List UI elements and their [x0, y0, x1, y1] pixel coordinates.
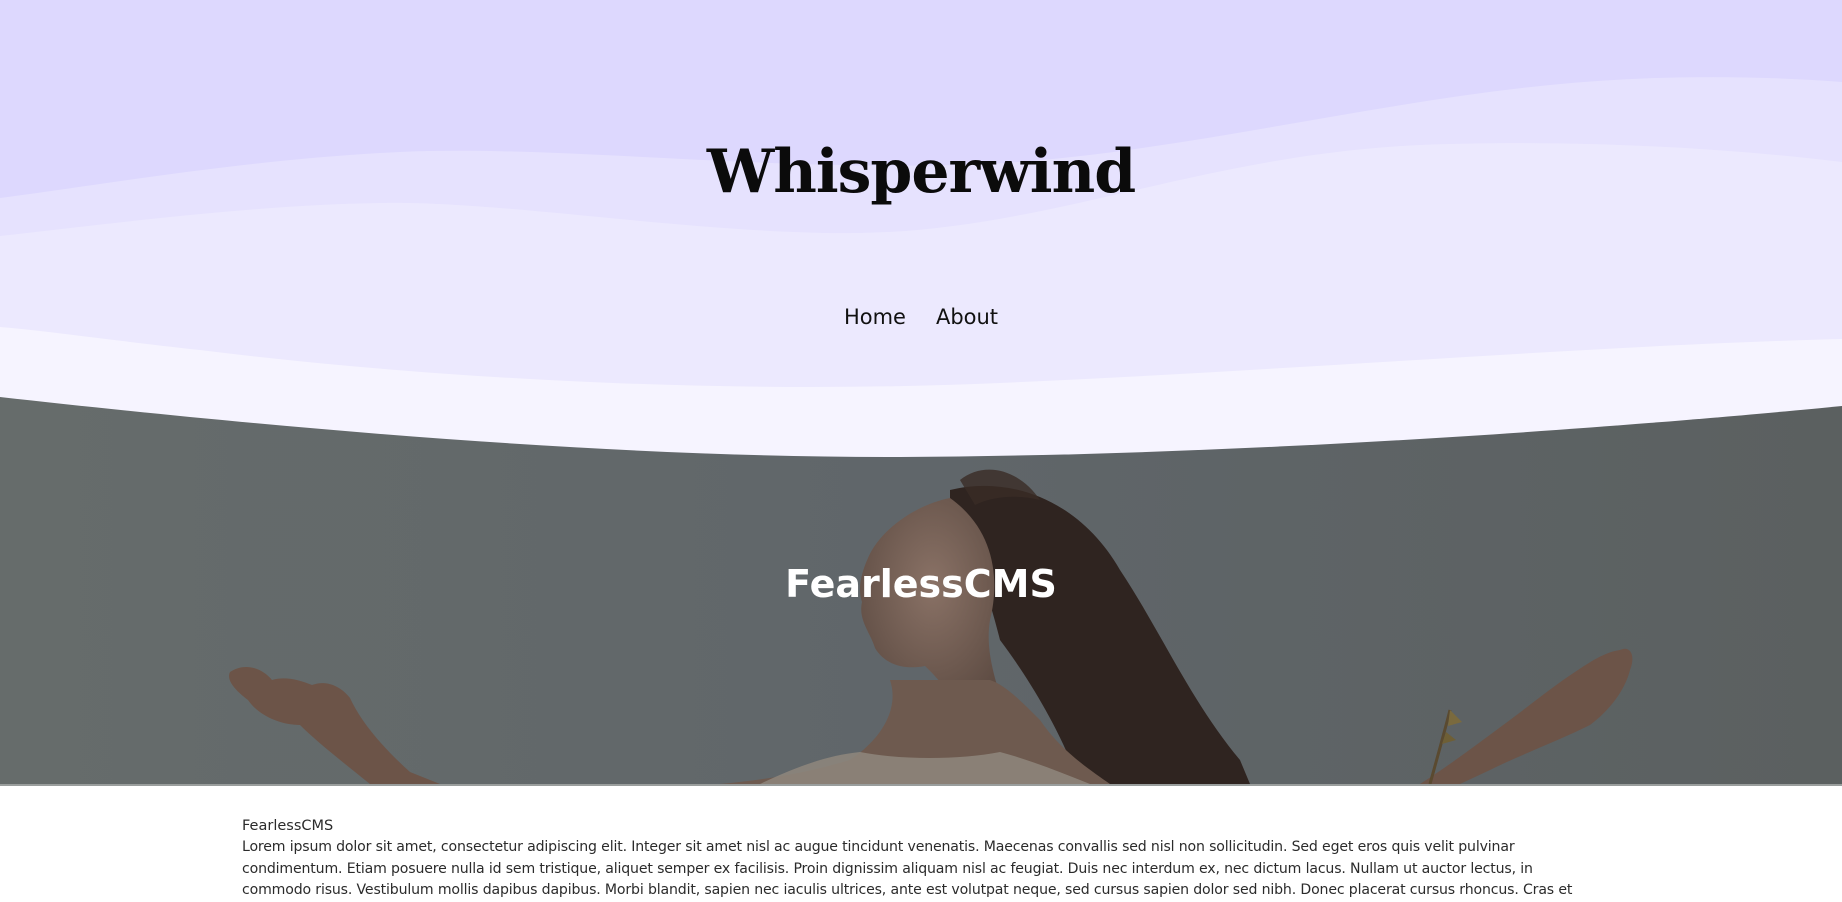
site-title[interactable]: Whisperwind	[0, 136, 1842, 208]
hero-title: FearlessCMS	[785, 562, 1057, 606]
nav-link-home[interactable]: Home	[844, 302, 906, 332]
nav-link-about[interactable]: About	[936, 302, 998, 332]
main-content: FearlessCMS Lorem ipsum dolor sit amet, …	[242, 815, 1587, 902]
site-header: Whisperwind Home About	[0, 0, 1842, 460]
content-body-text: Lorem ipsum dolor sit amet, consectetur …	[242, 839, 1573, 898]
content-title: FearlessCMS	[242, 818, 334, 834]
main-nav: Home About	[0, 302, 1842, 332]
header-wave-background	[0, 0, 1842, 458]
